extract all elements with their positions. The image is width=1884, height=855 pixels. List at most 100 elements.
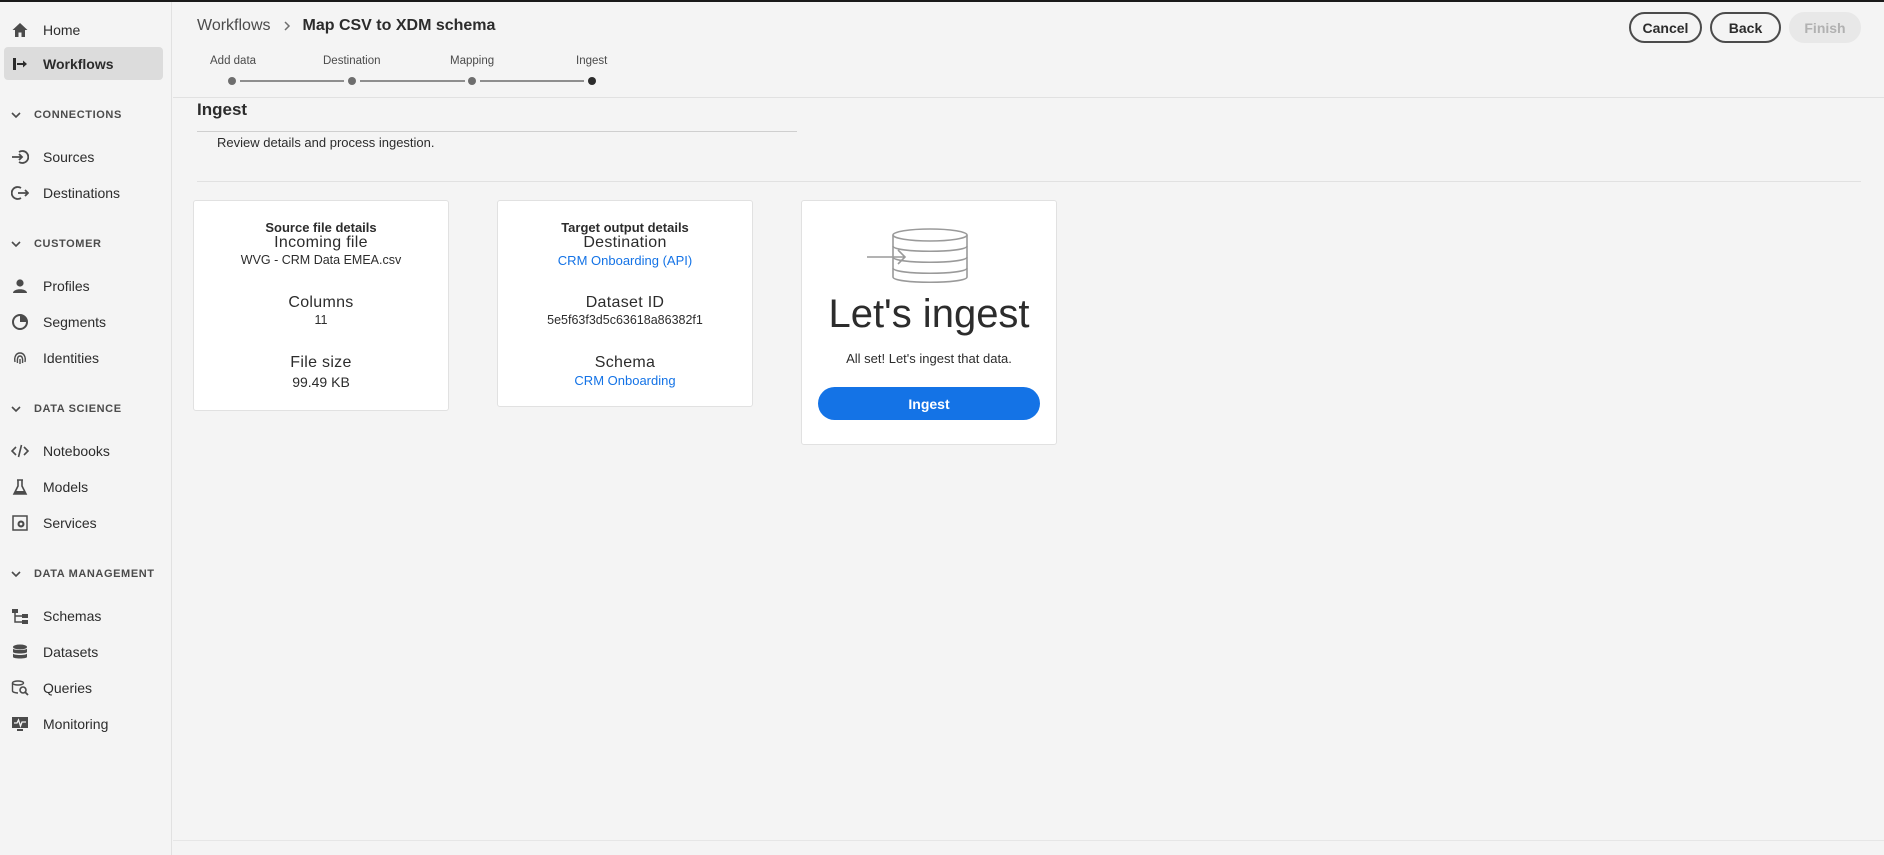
sidebar-item-destinations[interactable]: Destinations — [4, 176, 163, 209]
workflow-header: Workflows Map CSV to XDM schema Cancel B… — [173, 2, 1884, 98]
columns-label: Columns — [288, 294, 354, 311]
divider — [197, 181, 1861, 182]
sidebar-item-label: Sources — [43, 148, 95, 165]
section-title: CUSTOMER — [34, 238, 102, 250]
section-connections[interactable]: CONNECTIONS — [10, 106, 122, 124]
section-data-management[interactable]: DATA MANAGEMENT — [10, 565, 155, 583]
source-icon — [9, 146, 31, 168]
sidebar-item-label: Schemas — [43, 607, 102, 624]
section-title: DATA MANAGEMENT — [34, 568, 155, 580]
target-output-card: Target output details Destination CRM On… — [497, 200, 753, 407]
dataset-id-value: 5e5f63f3d5c63618a86382f1 — [547, 313, 703, 327]
step-dot-mapping — [468, 77, 476, 85]
incoming-file-label: Incoming file — [274, 234, 368, 251]
user-icon — [9, 275, 31, 297]
page-title: Map CSV to XDM schema — [302, 17, 496, 34]
step-connector — [240, 80, 344, 82]
sidebar-item-label: Identities — [43, 349, 100, 366]
sidebar-item-identities[interactable]: Identities — [4, 341, 163, 374]
section-customer[interactable]: CUSTOMER — [10, 235, 102, 253]
breadcrumb-workflows-link[interactable]: Workflows — [197, 17, 271, 35]
step-dot-add-data — [228, 77, 236, 85]
section-title: DATA SCIENCE — [34, 403, 122, 415]
sidebar-item-label: Segments — [43, 313, 107, 330]
sidebar-item-label: Queries — [43, 679, 93, 696]
ingest-button[interactable]: Ingest — [818, 387, 1040, 420]
sidebar-item-monitoring[interactable]: Monitoring — [4, 707, 163, 740]
schema-icon — [9, 605, 31, 627]
sidebar-item-notebooks[interactable]: Notebooks — [4, 434, 163, 467]
ingest-title: Let's ingest — [828, 292, 1030, 336]
chevron-right-icon — [280, 19, 294, 33]
sidebar-item-queries[interactable]: Queries — [4, 671, 163, 704]
sidebar-item-schemas[interactable]: Schemas — [4, 599, 163, 632]
home-icon — [9, 19, 31, 41]
destination-link[interactable]: CRM Onboarding (API) — [498, 253, 752, 268]
sidebar-item-sources[interactable]: Sources — [4, 140, 163, 173]
divider — [197, 131, 797, 132]
finish-button[interactable]: Finish — [1789, 12, 1861, 43]
sidebar-item-label: Destinations — [43, 184, 121, 201]
ingest-card: Let's ingest All set! Let's ingest that … — [801, 200, 1057, 445]
code-icon — [9, 440, 31, 462]
sidebar-item-profiles[interactable]: Profiles — [4, 269, 163, 302]
source-file-card: Source file details Incoming file WVG - … — [193, 200, 449, 411]
chevron-down-icon — [10, 568, 22, 580]
ingest-message: All set! Let's ingest that data. — [846, 351, 1012, 366]
sidebar-item-label: Models — [43, 478, 89, 495]
sidebar-item-label: Monitoring — [43, 715, 109, 732]
sidebar-item-label: Home — [43, 21, 81, 38]
step-connector — [360, 80, 465, 82]
sidebar-item-segments[interactable]: Segments — [4, 305, 163, 338]
file-size-label: File size — [290, 354, 352, 371]
file-size-value: 99.49 KB — [292, 374, 350, 390]
step-add-data: Add data — [210, 55, 257, 67]
database-import-icon — [867, 228, 968, 284]
sidebar-item-models[interactable]: Models — [4, 470, 163, 503]
back-button[interactable]: Back — [1710, 12, 1781, 43]
main-content: Ingest Review details and process ingest… — [173, 98, 1884, 855]
breadcrumb: Workflows Map CSV to XDM schema — [197, 17, 495, 35]
sidebar-item-label: Notebooks — [43, 442, 110, 459]
gear-box-icon — [9, 512, 31, 534]
sidebar-item-label: Profiles — [43, 277, 90, 294]
card-heading: Source file details — [265, 220, 377, 235]
sidebar-item-datasets[interactable]: Datasets — [4, 635, 163, 668]
sidebar: Home Workflows CONNECTIONS Sources Desti… — [0, 2, 172, 855]
workflow-icon — [9, 53, 31, 75]
incoming-file-value: WVG - CRM Data EMEA.csv — [240, 253, 402, 267]
sidebar-item-workflows[interactable]: Workflows — [4, 47, 163, 80]
step-ingest: Ingest — [576, 55, 608, 67]
sidebar-item-label: Workflows — [43, 55, 114, 72]
step-dot-destination — [348, 77, 356, 85]
section-title: Ingest — [197, 100, 248, 119]
database-icon — [9, 641, 31, 663]
dataset-id-label: Dataset ID — [585, 294, 665, 311]
columns-value: 11 — [314, 313, 328, 327]
step-dot-ingest — [588, 77, 596, 85]
chevron-down-icon — [10, 403, 22, 415]
beaker-icon — [9, 476, 31, 498]
sidebar-item-label: Services — [43, 514, 97, 531]
step-destination: Destination — [323, 55, 381, 67]
fingerprint-icon — [9, 347, 31, 369]
section-description: Review details and process ingestion. — [217, 135, 435, 150]
destination-icon — [9, 182, 31, 204]
section-data-science[interactable]: DATA SCIENCE — [10, 400, 122, 418]
schema-label: Schema — [594, 354, 656, 371]
step-connector — [480, 80, 584, 82]
divider — [173, 840, 1884, 841]
sidebar-item-label: Datasets — [43, 643, 99, 660]
chevron-down-icon — [10, 109, 22, 121]
cancel-button[interactable]: Cancel — [1629, 12, 1702, 43]
monitor-icon — [9, 713, 31, 735]
sidebar-item-services[interactable]: Services — [4, 506, 163, 539]
query-icon — [9, 677, 31, 699]
chevron-down-icon — [10, 238, 22, 250]
schema-link[interactable]: CRM Onboarding — [498, 373, 752, 388]
destination-label: Destination — [583, 234, 667, 251]
section-title: CONNECTIONS — [34, 109, 122, 121]
step-mapping: Mapping — [450, 55, 495, 67]
sidebar-item-home[interactable]: Home — [4, 13, 163, 46]
card-heading: Target output details — [561, 220, 689, 235]
